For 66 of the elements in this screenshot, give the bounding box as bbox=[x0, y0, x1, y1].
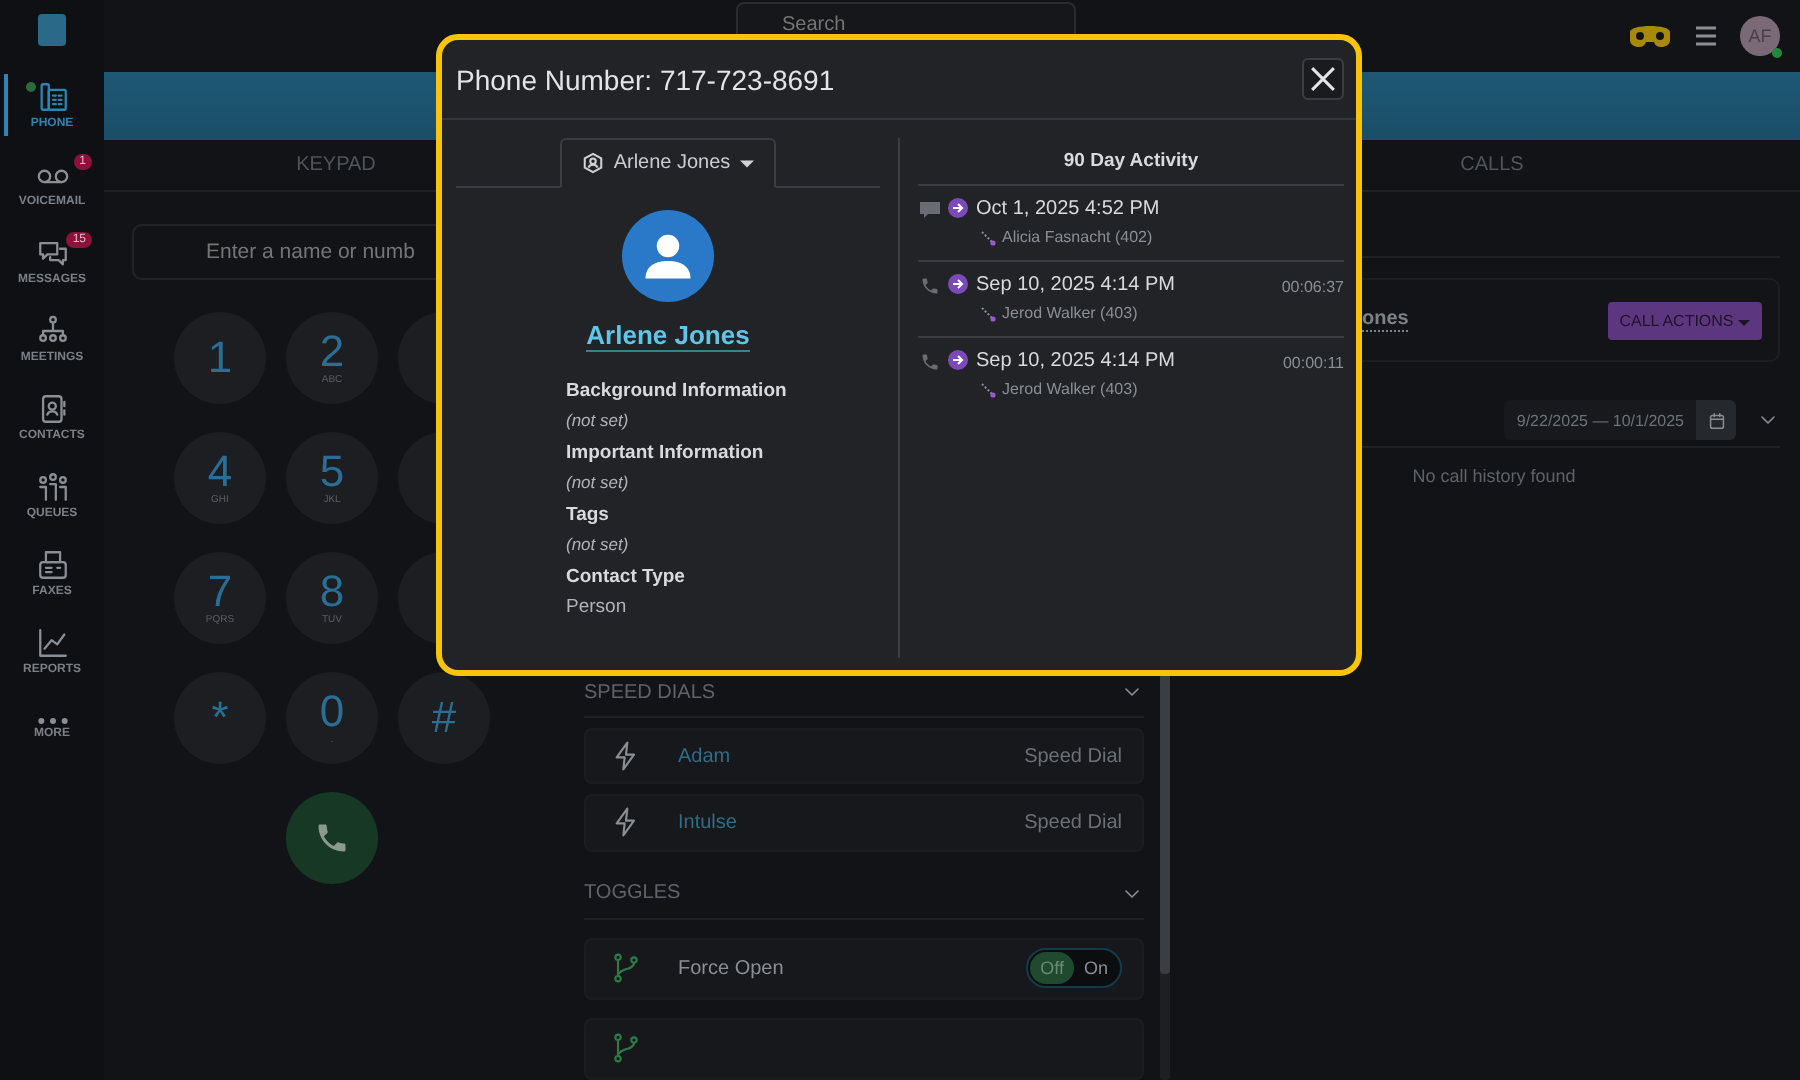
transfer-icon bbox=[980, 381, 996, 397]
activity-date: Sep 10, 2025 4:14 PM bbox=[976, 274, 1176, 296]
field-label: Important Information bbox=[566, 442, 766, 464]
phone-icon bbox=[920, 352, 940, 372]
field-label: Tags bbox=[566, 504, 611, 526]
field-label: Contact Type bbox=[566, 566, 687, 588]
activity-agent: Jerod Walker (403) bbox=[1002, 380, 1138, 398]
branch-icon bbox=[610, 1032, 642, 1065]
phone-icon bbox=[35, 80, 69, 114]
phone-icon bbox=[920, 276, 940, 296]
faxes-icon bbox=[35, 548, 69, 582]
caret-icon bbox=[1738, 319, 1750, 325]
activity-date: Sep 10, 2025 4:14 PM bbox=[976, 350, 1176, 372]
reports-icon bbox=[35, 626, 69, 660]
contact-tab[interactable]: Arlene Jones bbox=[559, 138, 777, 188]
inbound-icon bbox=[948, 350, 968, 370]
menu-icon[interactable] bbox=[1696, 26, 1716, 46]
keypad-key[interactable]: # bbox=[398, 672, 490, 764]
more-icon bbox=[37, 718, 67, 724]
activity-date: Oct 1, 2025 4:52 PM bbox=[976, 198, 1160, 220]
call-button[interactable] bbox=[286, 792, 378, 884]
chat-icon bbox=[920, 200, 940, 220]
field-value: (not set) bbox=[566, 472, 631, 492]
branch-icon bbox=[610, 952, 642, 985]
speed-dial-type: Speed Dial bbox=[1024, 745, 1122, 768]
speed-dial-type: Speed Dial bbox=[1024, 811, 1122, 834]
messages-icon bbox=[35, 236, 69, 270]
empty-message: No call history found bbox=[1410, 466, 1578, 486]
meetings-icon bbox=[35, 314, 69, 348]
call-duration: 00:06:37 bbox=[1281, 278, 1344, 296]
dialog-title: Phone Number: 717-723-8691 bbox=[456, 63, 835, 95]
inbound-icon bbox=[948, 198, 968, 218]
field-value: (not set) bbox=[566, 534, 631, 554]
activity-agent: Jerod Walker (403) bbox=[1002, 304, 1138, 322]
speed-dial-card[interactable]: Intulse Speed Dial bbox=[584, 794, 1144, 851]
speed-dial-name: Adam bbox=[678, 745, 731, 768]
field-value: (not set) bbox=[566, 410, 631, 430]
call-duration: 00:00:11 bbox=[1282, 354, 1344, 372]
caret-icon bbox=[740, 159, 755, 167]
speed-dial-card[interactable]: Adam Speed Dial bbox=[584, 728, 1144, 785]
activity-title: 90 Day Activity bbox=[918, 138, 1344, 186]
scrollbar[interactable] bbox=[1160, 674, 1170, 1080]
on-off-switch[interactable]: Off On bbox=[1026, 948, 1122, 989]
transfer-icon bbox=[980, 229, 996, 245]
close-icon bbox=[1310, 66, 1336, 92]
contact-name-link[interactable]: Arlene Jones bbox=[586, 320, 750, 352]
keypad-key[interactable]: * bbox=[174, 672, 266, 764]
keypad-key[interactable]: 1 bbox=[174, 312, 266, 404]
mask-icon[interactable] bbox=[1628, 22, 1672, 50]
field-value: Person bbox=[566, 596, 629, 618]
field-label: Background Information bbox=[566, 380, 787, 402]
date-range-field[interactable]: 9/22/2025 — 10/1/2025 bbox=[1504, 400, 1736, 440]
activity-agent: Alicia Fasnacht (402) bbox=[1002, 228, 1153, 246]
calendar-icon[interactable] bbox=[1696, 400, 1736, 440]
toggle-name: Force Open bbox=[678, 957, 784, 980]
inbound-icon bbox=[948, 274, 968, 294]
section-title: TOGGLES bbox=[584, 882, 681, 904]
avatar-icon bbox=[622, 210, 714, 302]
phone-icon bbox=[314, 820, 350, 856]
contact-hexagon-icon bbox=[581, 152, 604, 174]
call-actions-button[interactable]: CALL ACTIONS bbox=[1607, 301, 1762, 339]
transfer-icon bbox=[980, 305, 996, 321]
section-title: SPEED DIALS bbox=[584, 681, 716, 703]
queues-icon bbox=[35, 470, 69, 504]
close-button[interactable] bbox=[1302, 58, 1344, 100]
speed-dial-name: Intulse bbox=[678, 811, 737, 834]
